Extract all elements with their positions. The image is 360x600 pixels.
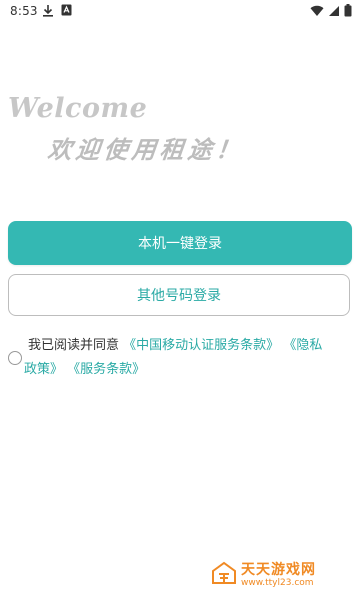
other-number-login-button[interactable]: 其他号码登录 bbox=[8, 274, 350, 316]
wifi-icon bbox=[310, 5, 324, 17]
status-right-group bbox=[310, 4, 352, 17]
agreement-text-line2: 政策》 《服务条款》 bbox=[24, 358, 356, 382]
watermark-url: www.ttyl23.com bbox=[241, 577, 314, 588]
cellular-icon bbox=[328, 5, 340, 17]
status-bar: 8:53 bbox=[0, 0, 360, 24]
watermark-title: 天天游戏网 bbox=[241, 561, 316, 578]
battery-icon bbox=[344, 4, 352, 17]
cmcc-terms-link[interactable]: 《中国移动认证服务条款》 bbox=[123, 338, 279, 353]
watermark: 天天游戏网 www.ttyl23.com bbox=[211, 561, 316, 589]
agreement-checkbox[interactable] bbox=[8, 351, 22, 365]
download-icon bbox=[42, 4, 56, 18]
service-terms-link[interactable]: 《服务条款》 bbox=[67, 362, 145, 377]
agreement-text: 我已阅读并同意 《中国移动认证服务条款》 《隐私 bbox=[24, 334, 356, 358]
notification-icon bbox=[61, 4, 75, 18]
privacy-policy-link-part1[interactable]: 《隐私 bbox=[283, 338, 322, 353]
agreement-prefix: 我已阅读并同意 bbox=[28, 338, 120, 353]
welcome-subtitle: 欢迎使用租途！ bbox=[46, 135, 246, 164]
privacy-policy-link-part2[interactable]: 政策》 bbox=[24, 362, 63, 377]
one-click-login-button[interactable]: 本机一键登录 bbox=[8, 221, 352, 265]
watermark-logo-icon bbox=[211, 561, 237, 589]
agreement-section: 我已阅读并同意 《中国移动认证服务条款》 《隐私 政策》 《服务条款》 bbox=[8, 334, 356, 382]
status-time: 8:53 bbox=[10, 4, 38, 18]
welcome-title: Welcome bbox=[8, 93, 148, 124]
